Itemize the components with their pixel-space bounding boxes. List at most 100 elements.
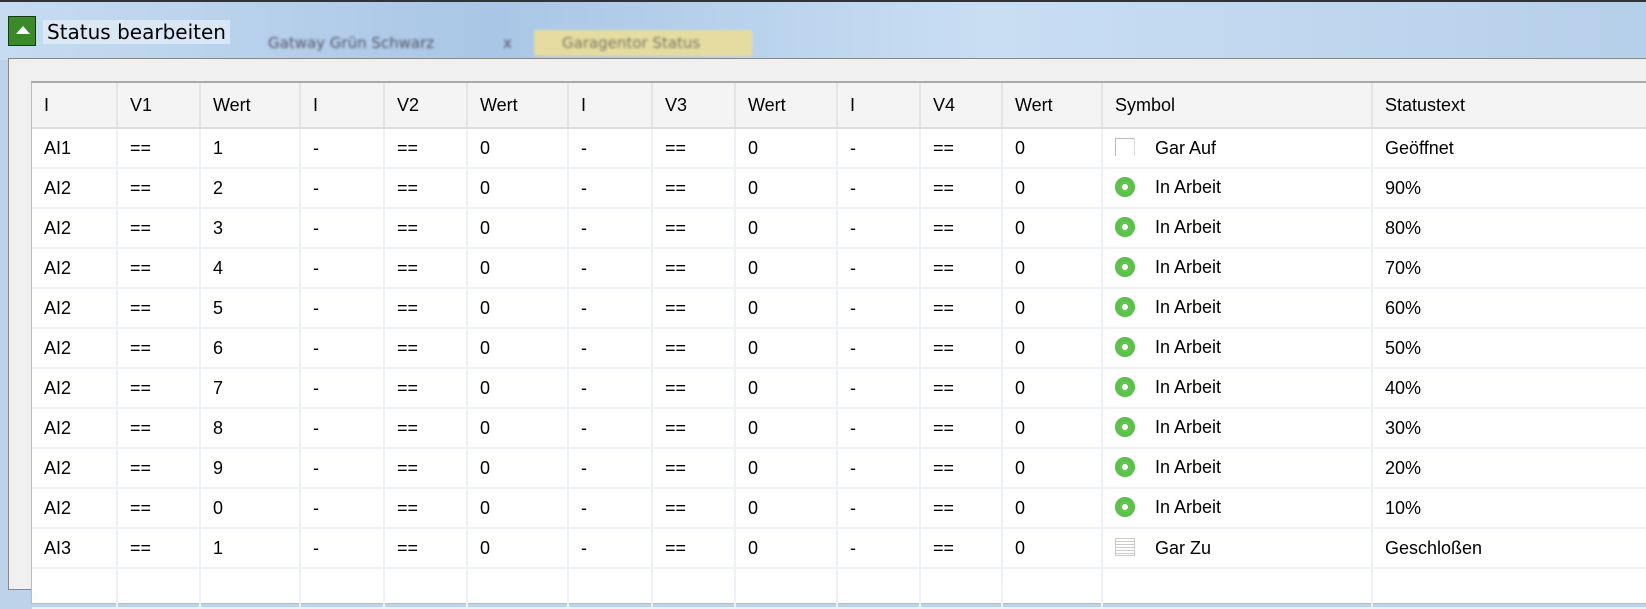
table-cell[interactable]: 5 [200, 288, 301, 329]
table-cell[interactable]: 0 [467, 488, 569, 529]
table-cell[interactable]: - [568, 168, 653, 209]
table-row[interactable]: AI2 == 0- == 0- == 0- == 0 In Arbeit 10% [32, 488, 1646, 529]
tab-gateway[interactable]: Gatway Grün Schwarz [268, 30, 434, 56]
statustext-cell[interactable]: 10% [1372, 488, 1646, 529]
column-header[interactable]: I [568, 83, 653, 129]
symbol-cell[interactable]: In Arbeit [1102, 248, 1373, 289]
table-cell[interactable] [837, 568, 921, 609]
table-cell[interactable]: AI2 [32, 368, 118, 409]
table-cell[interactable]: AI2 [32, 248, 118, 289]
symbol-cell[interactable]: In Arbeit [1102, 208, 1373, 249]
table-cell[interactable]: 0 [1002, 248, 1103, 289]
table-cell[interactable]: 0 [1002, 168, 1103, 209]
column-header[interactable]: I [32, 83, 118, 129]
tab-close-icon[interactable]: x [503, 30, 512, 56]
column-header[interactable]: Wert [467, 83, 569, 129]
table-cell[interactable]: 0 [1002, 208, 1103, 249]
table-cell[interactable]: 0 [467, 368, 569, 409]
statustext-cell[interactable]: 90% [1372, 168, 1646, 209]
table-cell[interactable]: == [117, 168, 201, 209]
table-cell[interactable]: 1 [200, 528, 301, 569]
table-cell[interactable]: == [652, 488, 736, 529]
column-header[interactable]: V4 [920, 83, 1003, 129]
table-cell[interactable]: - [568, 368, 653, 409]
table-row[interactable]: AI2 == 6- == 0- == 0- == 0 In Arbeit 50% [32, 328, 1646, 369]
table-cell[interactable]: == [920, 168, 1003, 209]
table-cell[interactable]: 0 [1002, 328, 1103, 369]
table-row[interactable]: AI2 == 9- == 0- == 0- == 0 In Arbeit 20% [32, 448, 1646, 489]
table-cell[interactable] [300, 568, 385, 609]
table-cell[interactable]: 0 [1002, 368, 1103, 409]
table-cell[interactable]: - [568, 288, 653, 329]
table-cell[interactable]: == [920, 208, 1003, 249]
table-cell[interactable] [32, 568, 118, 609]
statustext-cell[interactable]: Geschloßen [1372, 528, 1646, 569]
table-cell[interactable]: - [837, 328, 921, 369]
table-cell[interactable]: == [384, 168, 468, 209]
table-cell[interactable]: == [384, 328, 468, 369]
table-cell[interactable] [1102, 568, 1373, 609]
table-cell[interactable]: == [652, 128, 736, 169]
symbol-cell[interactable]: Gar Zu [1102, 528, 1373, 569]
table-cell[interactable]: 0 [735, 208, 838, 249]
table-cell[interactable]: == [920, 488, 1003, 529]
table-cell[interactable]: 7 [200, 368, 301, 409]
table-cell[interactable]: == [117, 528, 201, 569]
table-row[interactable]: AI2 == 5- == 0- == 0- == 0 In Arbeit 60% [32, 288, 1646, 329]
statustext-cell[interactable]: 20% [1372, 448, 1646, 489]
table-cell[interactable]: 8 [200, 408, 301, 449]
table-cell[interactable]: AI1 [32, 128, 118, 169]
table-cell[interactable]: AI2 [32, 408, 118, 449]
statustext-cell[interactable]: Geöffnet [1372, 128, 1646, 169]
table-cell[interactable]: == [652, 408, 736, 449]
table-cell[interactable] [200, 568, 301, 609]
column-header[interactable]: Wert [200, 83, 301, 129]
table-cell[interactable]: - [837, 448, 921, 489]
table-cell[interactable]: 0 [1002, 488, 1103, 529]
table-cell[interactable]: == [384, 448, 468, 489]
table-cell[interactable]: == [652, 248, 736, 289]
table-cell[interactable]: == [117, 368, 201, 409]
table-cell[interactable]: == [384, 208, 468, 249]
tab-garagentor-status[interactable]: Garagentor Status [534, 30, 752, 56]
table-cell[interactable]: 0 [1002, 128, 1103, 169]
table-cell[interactable]: - [300, 128, 385, 169]
table-cell[interactable]: - [300, 208, 385, 249]
table-cell[interactable] [1002, 568, 1103, 609]
table-cell[interactable] [735, 568, 838, 609]
table-cell[interactable]: 0 [735, 328, 838, 369]
table-cell[interactable]: 0 [735, 448, 838, 489]
statustext-cell[interactable]: 80% [1372, 208, 1646, 249]
column-header[interactable]: V2 [384, 83, 468, 129]
symbol-cell[interactable]: Gar Auf [1102, 128, 1373, 169]
table-cell[interactable]: == [384, 288, 468, 329]
table-cell[interactable]: == [117, 248, 201, 289]
table-cell[interactable]: 9 [200, 448, 301, 489]
table-cell[interactable]: 3 [200, 208, 301, 249]
table-cell[interactable]: 2 [200, 168, 301, 209]
statustext-cell[interactable]: 50% [1372, 328, 1646, 369]
table-cell[interactable]: - [568, 128, 653, 169]
table-cell[interactable]: 0 [200, 488, 301, 529]
table-cell[interactable] [467, 568, 569, 609]
table-cell[interactable]: - [837, 248, 921, 289]
table-cell[interactable] [652, 568, 736, 609]
table-cell[interactable]: == [920, 448, 1003, 489]
table-cell[interactable]: - [837, 288, 921, 329]
table-cell[interactable]: 0 [735, 408, 838, 449]
table-cell[interactable]: - [837, 488, 921, 529]
table-row[interactable]: AI1 == 1- == 0- == 0- == 0 Gar Auf Geöffnet [32, 128, 1646, 169]
table-row[interactable]: AI2 == 3- == 0- == 0- == 0 In Arbeit 80% [32, 208, 1646, 249]
table-cell[interactable]: 0 [735, 488, 838, 529]
table-cell[interactable]: - [568, 208, 653, 249]
table-cell[interactable]: 0 [467, 208, 569, 249]
statustext-cell[interactable]: 60% [1372, 288, 1646, 329]
symbol-cell[interactable]: In Arbeit [1102, 448, 1373, 489]
table-cell[interactable]: == [117, 328, 201, 369]
table-cell[interactable]: AI2 [32, 168, 118, 209]
table-row[interactable]: AI2 == 7- == 0- == 0- == 0 In Arbeit 40% [32, 368, 1646, 409]
symbol-cell[interactable]: In Arbeit [1102, 488, 1373, 529]
table-row[interactable]: AI2 == 8- == 0- == 0- == 0 In Arbeit 30% [32, 408, 1646, 449]
table-cell[interactable]: == [384, 488, 468, 529]
table-cell[interactable]: - [837, 408, 921, 449]
